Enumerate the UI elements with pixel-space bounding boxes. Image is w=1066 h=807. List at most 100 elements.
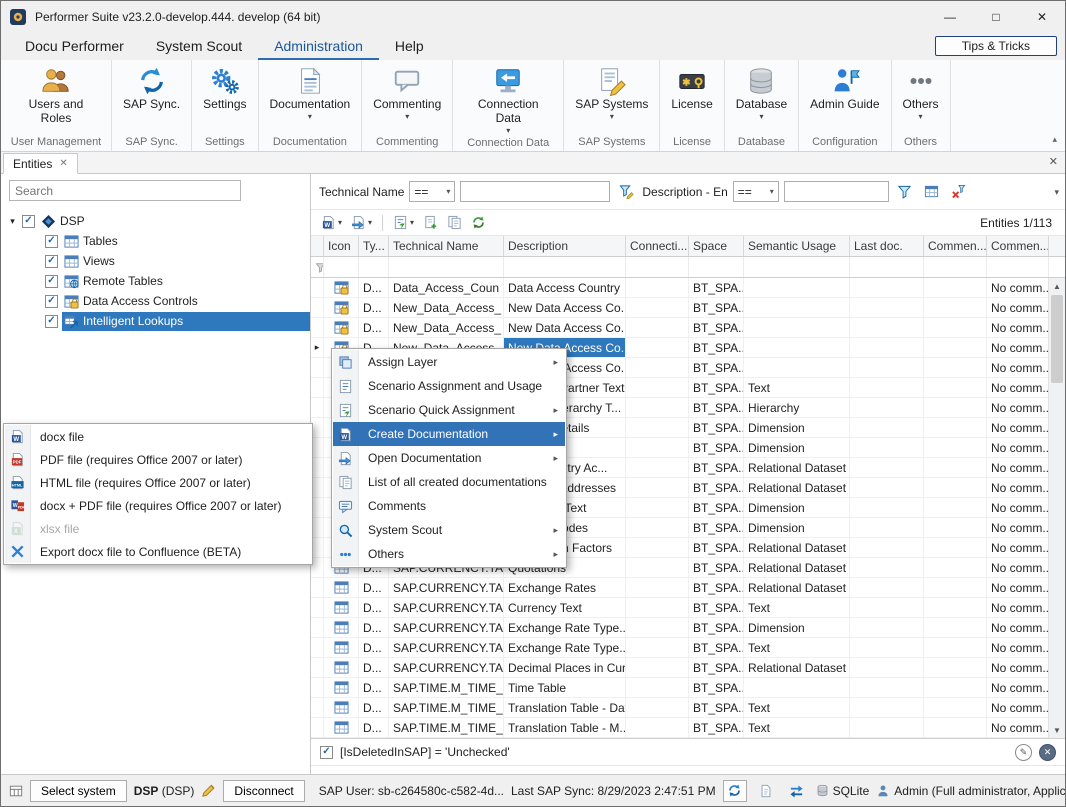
search-input[interactable]	[9, 180, 241, 201]
column-header-8-commen[interactable]: Commen...	[924, 236, 987, 256]
ribbon-tab-docu-performer[interactable]: Docu Performer	[9, 33, 140, 60]
column-header-7-last-doc[interactable]: Last doc.	[850, 236, 924, 256]
transfer-button[interactable]	[785, 780, 809, 802]
tree-checkbox[interactable]: ✓	[45, 235, 58, 248]
menu-item-comments[interactable]: Comments	[333, 494, 565, 518]
ribbon-tab-system-scout[interactable]: System Scout	[140, 33, 258, 60]
maximize-button[interactable]: □	[973, 1, 1019, 32]
tree-node-tables[interactable]: ✓Tables	[1, 231, 310, 251]
clear-filter-icon[interactable]: ✕	[1039, 744, 1056, 761]
filter-cell[interactable]	[324, 257, 359, 277]
edit-filter-icon[interactable]: ✎	[1015, 744, 1032, 761]
ribbon-button-license[interactable]: License	[662, 63, 721, 114]
table-row[interactable]: D...SAP.CURRENCY.TACurrency TextBT_SPA..…	[311, 598, 1050, 618]
documentation-list-button[interactable]	[444, 213, 465, 232]
ribbon-button-sap-systems[interactable]: SAP Systems▾	[566, 63, 657, 123]
table-row[interactable]: D...SAP.TIME.M_TIME_Translation Table - …	[311, 718, 1050, 738]
tree-node-intelligent-lookups[interactable]: ✓Intelligent Lookups	[1, 311, 310, 331]
tree-checkbox[interactable]: ✓	[45, 275, 58, 288]
table-row[interactable]: D...Data_Access_CounData Access CountryB…	[311, 278, 1050, 298]
submenu-item-docx-pdf-file-requires-office-2007-or-later[interactable]: WPDFdocx + PDF file (requires Office 200…	[5, 494, 311, 517]
ribbon-button-connection-data[interactable]: Connection Data▾	[455, 63, 561, 137]
funnel-icon[interactable]	[894, 181, 916, 203]
table-row[interactable]: D...New_Data_Access_New Data Access Co..…	[311, 298, 1050, 318]
ribbon-button-documentation[interactable]: Documentation▾	[261, 63, 360, 123]
filter-cell[interactable]	[850, 257, 924, 277]
table-row[interactable]: D...SAP.CURRENCY.TAExchange Rate Type...…	[311, 618, 1050, 638]
ribbon-button-commenting[interactable]: Commenting▾	[364, 63, 450, 123]
clear-filter-icon[interactable]	[948, 181, 970, 203]
filter-cell[interactable]	[689, 257, 744, 277]
select-system-button[interactable]: Select system	[30, 780, 127, 802]
table-row[interactable]: D...New_Data_Access_New Data Access Co..…	[311, 318, 1050, 338]
menu-item-create-documentation[interactable]: WCreate Documentation▸	[333, 422, 565, 446]
filter-cell[interactable]	[924, 257, 987, 277]
filter-cell[interactable]	[389, 257, 504, 277]
column-header-2-technical-name[interactable]: Technical Name	[389, 236, 504, 256]
filter-cell[interactable]	[744, 257, 850, 277]
menu-item-system-scout[interactable]: System Scout▸	[333, 518, 565, 542]
pen-icon[interactable]	[201, 783, 216, 798]
menu-item-list-of-all-created-documentations[interactable]: List of all created documentations	[333, 470, 565, 494]
menu-item-scenario-quick-assignment[interactable]: Scenario Quick Assignment▸	[333, 398, 565, 422]
submenu-item-docx-file[interactable]: Wdocx file	[5, 425, 311, 448]
panel-close-icon[interactable]: ✕	[1049, 155, 1058, 168]
column-header-4-connecti[interactable]: Connecti...	[626, 236, 689, 256]
field1-filter-input[interactable]	[460, 181, 610, 202]
tree-node-views[interactable]: ✓Views	[1, 251, 310, 271]
tab-entities[interactable]: Entities ✕	[3, 153, 78, 174]
ribbon-tab-help[interactable]: Help	[379, 33, 440, 60]
ribbon-button-users-and-roles[interactable]: Users and Roles	[3, 63, 109, 128]
column-header-1-ty[interactable]: Ty...	[359, 236, 389, 256]
scrollbar-thumb[interactable]	[1051, 295, 1063, 383]
funnel-edit-icon[interactable]	[615, 181, 637, 203]
disconnect-button[interactable]: Disconnect	[223, 780, 304, 802]
grid-filter-icon[interactable]	[921, 181, 943, 203]
close-button[interactable]: ✕	[1019, 1, 1065, 32]
menu-item-assign-layer[interactable]: Assign Layer▸	[333, 350, 565, 374]
table-row[interactable]: D...SAP.CURRENCY.TADecimal Places in Cur…	[311, 658, 1050, 678]
ribbon-button-sap-sync[interactable]: SAP Sync.	[114, 63, 189, 114]
column-header-3-description[interactable]: Description	[504, 236, 626, 256]
collapse-ribbon-icon[interactable]: ▴	[1052, 134, 1057, 145]
menu-item-open-documentation[interactable]: Open Documentation▸	[333, 446, 565, 470]
menu-item-others[interactable]: Others▸	[333, 542, 565, 566]
grid-small-icon[interactable]	[9, 784, 23, 798]
ribbon-tab-administration[interactable]: Administration	[258, 33, 379, 60]
menu-item-scenario-assignment-and-usage[interactable]: Scenario Assignment and Usage	[333, 374, 565, 398]
tree-node-remote-tables[interactable]: ✓Remote Tables	[1, 271, 310, 291]
ribbon-button-database[interactable]: Database▾	[727, 63, 796, 123]
vertical-scrollbar[interactable]: ▲ ▼	[1048, 278, 1065, 738]
create-documentation-button[interactable]: W▾	[318, 213, 345, 232]
tree-checkbox[interactable]: ✓	[45, 315, 58, 328]
ribbon-button-settings[interactable]: Settings	[194, 63, 255, 114]
submenu-item-html-file-requires-office-2007-or-later[interactable]: HTMLHTML file (requires Office 2007 or l…	[5, 471, 311, 494]
tree-node-data-access-controls[interactable]: ✓Data Access Controls	[1, 291, 310, 311]
filter-cell[interactable]	[987, 257, 1049, 277]
add-documentation-button[interactable]	[420, 213, 441, 232]
table-row[interactable]: D...SAP.TIME.M_TIME_Time TableBT_SPA...N…	[311, 678, 1050, 698]
filter-options-chevron-icon[interactable]: ▾	[1054, 187, 1059, 198]
tab-close-icon[interactable]: ✕	[59, 158, 67, 169]
filter-cell[interactable]	[359, 257, 389, 277]
field2-operator-select[interactable]: == ▾	[733, 181, 779, 202]
expander-icon[interactable]: ▾	[7, 216, 18, 227]
scroll-down-icon[interactable]: ▼	[1049, 722, 1065, 738]
minimize-button[interactable]: —	[927, 1, 973, 32]
open-documentation-button[interactable]: ▾	[348, 213, 375, 232]
filter-cell[interactable]	[504, 257, 626, 277]
table-row[interactable]: D...SAP.CURRENCY.TAExchange RatesBT_SPA.…	[311, 578, 1050, 598]
field1-operator-select[interactable]: == ▾	[409, 181, 455, 202]
field2-filter-input[interactable]	[784, 181, 889, 202]
tips-and-tricks-button[interactable]: Tips & Tricks	[935, 36, 1057, 56]
tree-checkbox[interactable]: ✓	[45, 255, 58, 268]
submenu-item-export-docx-file-to-confluence-beta[interactable]: Export docx file to Confluence (BETA)	[5, 540, 311, 563]
ribbon-button-others[interactable]: Others▾	[894, 63, 948, 123]
filter-enabled-checkbox[interactable]: ✓	[320, 746, 333, 759]
column-header-9-commen[interactable]: Commen...	[987, 236, 1049, 256]
refresh-button[interactable]	[468, 213, 489, 232]
scrollbar-track[interactable]	[1049, 294, 1065, 722]
column-header-5-space[interactable]: Space	[689, 236, 744, 256]
filter-cell[interactable]	[626, 257, 689, 277]
ribbon-button-admin-guide[interactable]: Admin Guide	[801, 63, 888, 114]
